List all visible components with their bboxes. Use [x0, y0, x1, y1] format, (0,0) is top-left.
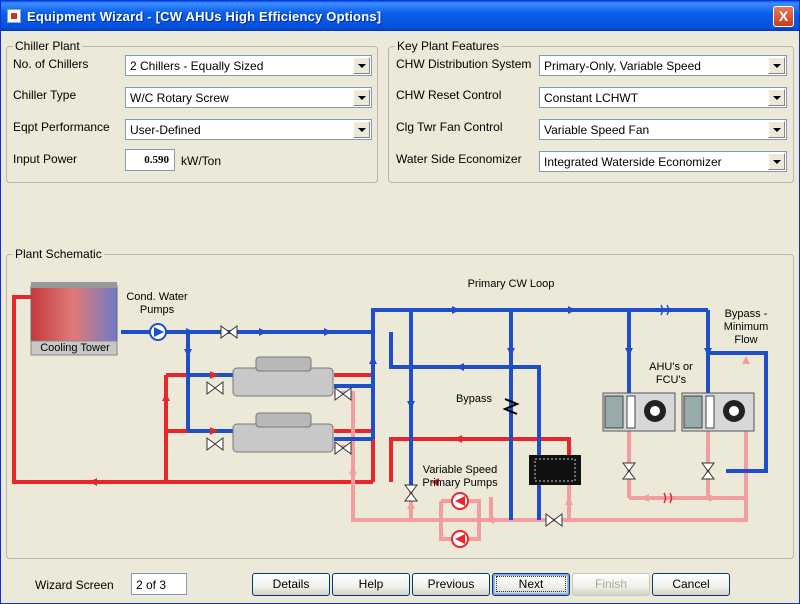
previous-button[interactable]: Previous — [412, 573, 490, 596]
input-power-unit: kW/Ton — [181, 154, 222, 168]
help-button[interactable]: Help — [332, 573, 410, 596]
chiller-type-select[interactable]: W/C Rotary Screw — [125, 87, 372, 108]
chiller-type-label: Chiller Type — [13, 88, 77, 102]
cancel-button-label: Cancel — [672, 577, 710, 591]
chevron-down-icon[interactable] — [768, 57, 785, 74]
next-button[interactable]: Next — [492, 573, 570, 596]
no-chillers-label: No. of Chillers — [13, 57, 89, 71]
finish-button: Finish — [572, 573, 650, 596]
cond-pumps-line1: Cond. Water — [126, 291, 188, 303]
bypass-min-line2: Minimum — [723, 321, 769, 333]
ahu-fcu-label: AHU's or FCU's — [641, 361, 701, 387]
cooling-tower-label: Cooling Tower — [40, 342, 110, 354]
clg-twr-fan-select[interactable]: Variable Speed Fan — [539, 119, 787, 140]
eqpt-performance-value: User-Defined — [130, 123, 201, 137]
cond-pumps-label: Cond. Water Pumps — [121, 291, 193, 317]
bypass-min-line3: Flow — [734, 334, 758, 346]
chevron-down-icon[interactable] — [768, 89, 785, 106]
finish-button-label: Finish — [594, 577, 627, 591]
chw-reset-value: Constant LCHWT — [544, 91, 639, 105]
input-power-field[interactable]: 0.590 — [125, 149, 175, 171]
next-button-label: Next — [495, 576, 567, 592]
chw-distribution-value: Primary-Only, Variable Speed — [544, 59, 701, 73]
clg-twr-fan-value: Variable Speed Fan — [544, 123, 650, 137]
input-power-label: Input Power — [13, 152, 78, 166]
equipment-wizard-window: Equipment Wizard - [CW AHUs High Efficie… — [0, 0, 800, 604]
title-bar[interactable]: Equipment Wizard - [CW AHUs High Efficie… — [1, 1, 799, 31]
app-icon — [7, 9, 21, 23]
chiller-plant-title: Chiller Plant — [13, 39, 82, 53]
chevron-down-icon[interactable] — [353, 57, 370, 74]
no-chillers-value: 2 Chillers - Equally Sized — [130, 59, 264, 73]
help-button-label: Help — [358, 577, 384, 591]
eqpt-performance-label: Eqpt Performance — [13, 120, 110, 134]
chw-distribution-label: CHW Distribution System — [396, 57, 532, 71]
bypass-label: Bypass — [455, 393, 493, 405]
key-plant-features-title: Key Plant Features — [395, 39, 502, 53]
chw-reset-label: CHW Reset Control — [396, 88, 502, 102]
ahu-line1: AHU's or — [649, 361, 693, 373]
economizer-select[interactable]: Integrated Waterside Economizer — [539, 151, 787, 172]
bypass-min-flow-label: Bypass - Minimum Flow — [719, 308, 773, 347]
wizard-screen-field: 2 of 3 — [131, 573, 187, 595]
chevron-down-icon[interactable] — [353, 89, 370, 106]
no-chillers-select[interactable]: 2 Chillers - Equally Sized — [125, 55, 372, 76]
plant-schematic-title: Plant Schematic — [13, 247, 104, 261]
vs-pumps-line1: Variable Speed — [422, 464, 498, 476]
details-button[interactable]: Details — [252, 573, 330, 596]
ahu-line2: FCU's — [655, 374, 687, 386]
close-button[interactable]: X — [773, 6, 794, 27]
clg-twr-fan-label: Clg Twr Fan Control — [396, 120, 503, 134]
bypass-min-line1: Bypass - — [724, 308, 768, 320]
vs-primary-pumps-label: Variable Speed Primary Pumps — [418, 464, 502, 490]
previous-button-label: Previous — [427, 577, 475, 591]
cond-pumps-line2: Pumps — [139, 304, 175, 316]
vs-pumps-line2: Primary Pumps — [422, 477, 498, 489]
chevron-down-icon[interactable] — [768, 121, 785, 138]
chevron-down-icon[interactable] — [353, 121, 370, 138]
chevron-down-icon[interactable] — [768, 153, 785, 170]
eqpt-performance-select[interactable]: User-Defined — [125, 119, 372, 140]
chw-reset-select[interactable]: Constant LCHWT — [539, 87, 787, 108]
chw-distribution-select[interactable]: Primary-Only, Variable Speed — [539, 55, 787, 76]
details-button-label: Details — [272, 577, 310, 591]
wizard-screen-label: Wizard Screen — [35, 578, 114, 592]
window-title: Equipment Wizard - [CW AHUs High Efficie… — [27, 9, 382, 24]
economizer-value: Integrated Waterside Economizer — [544, 155, 722, 169]
primary-loop-label: Primary CW Loop — [467, 278, 555, 290]
economizer-label: Water Side Economizer — [396, 152, 522, 166]
chiller-type-value: W/C Rotary Screw — [130, 91, 229, 105]
cancel-button[interactable]: Cancel — [652, 573, 730, 596]
